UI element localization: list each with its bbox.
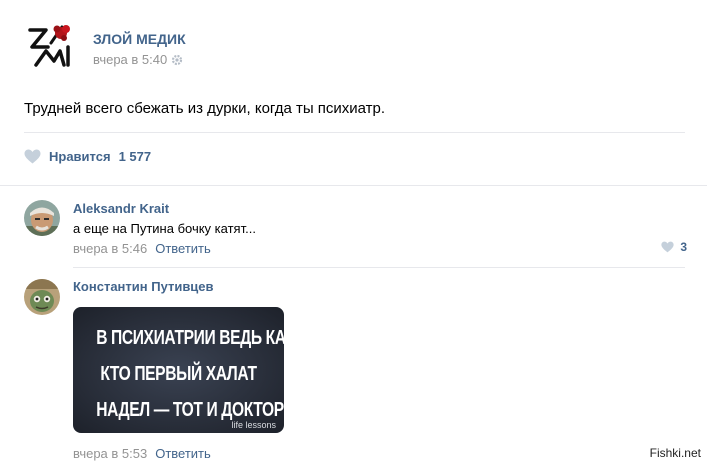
comment-author[interactable]: Aleksandr Krait <box>73 201 169 216</box>
comment-meta: вчера в 5:53 Ответить <box>73 446 211 461</box>
heart-icon <box>24 149 41 164</box>
group-name[interactable]: ЗЛОЙ МЕДИК <box>93 31 186 47</box>
avatar[interactable] <box>24 200 60 236</box>
meme-line: В ПСИХИАТРИИ ВЕДЬ КАК: <box>96 327 284 349</box>
reply-button[interactable]: Ответить <box>155 241 211 256</box>
post-date: вчера в 5:40 <box>93 52 183 67</box>
like-button[interactable]: Нравится 1 577 <box>24 149 151 164</box>
like-label: Нравится <box>49 149 111 164</box>
comment-date[interactable]: вчера в 5:46 <box>73 241 147 256</box>
heart-icon <box>661 241 674 253</box>
avatar[interactable] <box>24 279 60 315</box>
avatar-image <box>24 200 60 236</box>
comment-meta: вчера в 5:46 Ответить <box>73 241 211 256</box>
reply-button[interactable]: Ответить <box>155 446 211 461</box>
avatar-image <box>24 279 60 315</box>
divider <box>73 267 685 268</box>
comment-image[interactable]: В ПСИХИАТРИИ ВЕДЬ КАК: КТО ПЕРВЫЙ ХАЛАТ … <box>73 307 284 433</box>
post-text: Трудней всего сбежать из дурки, когда ты… <box>24 100 386 117</box>
meme-line: КТО ПЕРВЫЙ ХАЛАТ <box>100 363 257 385</box>
gear-icon[interactable] <box>171 54 183 66</box>
comment-author[interactable]: Константин Путивцев <box>73 279 214 294</box>
meme-tag: life lessons <box>231 420 276 430</box>
comment-date[interactable]: вчера в 5:53 <box>73 446 147 461</box>
divider <box>0 185 707 186</box>
divider <box>24 132 685 133</box>
like-count: 1 577 <box>118 149 152 164</box>
watermark: Fishki.net <box>649 446 701 460</box>
comment-text: а еще на Путина бочку катят... <box>73 221 256 236</box>
group-avatar[interactable] <box>24 21 74 71</box>
meme-line: НАДЕЛ — ТОТ И ДОКТОР! <box>96 399 284 421</box>
group-logo-icon <box>24 21 74 71</box>
post-date-text[interactable]: вчера в 5:40 <box>93 52 167 67</box>
comment-like-count: 3 <box>680 240 687 254</box>
comment-like-button[interactable]: 3 <box>661 240 687 254</box>
